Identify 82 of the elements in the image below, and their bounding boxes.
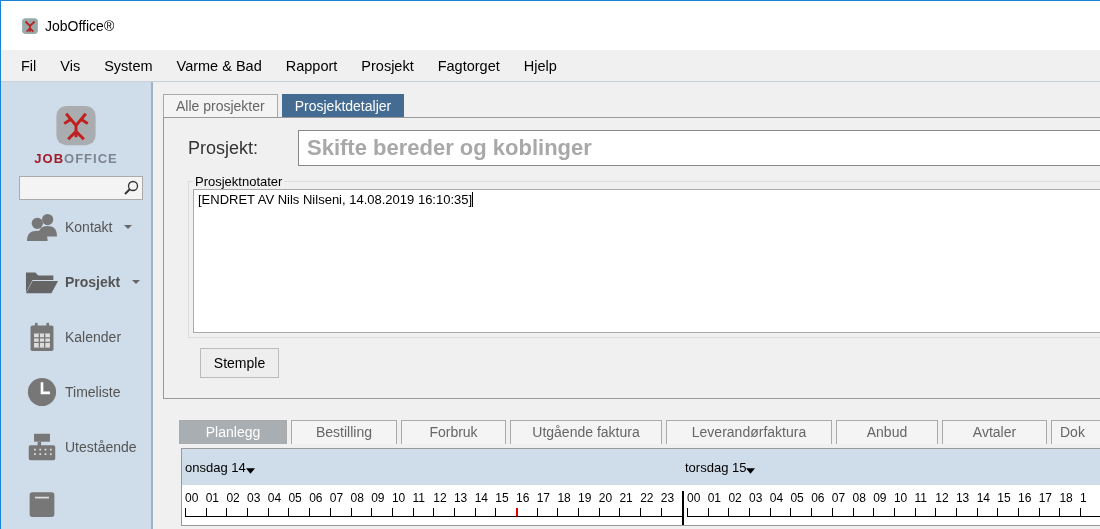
hour-label: 15 [495,491,510,505]
hour-label: 02 [226,491,241,505]
app-logo-icon [21,16,39,35]
day-dropdown[interactable]: torsdag 15 [685,460,756,475]
sidebar-item[interactable]: Kalender [1,309,151,365]
hour-label: 07 [831,491,847,505]
menu-item[interactable]: Varme & Bad [164,57,274,74]
hour-label: 02 [728,491,743,505]
sidebar-item[interactable]: Timeliste [1,364,151,420]
menu-item[interactable]: Vis [48,57,93,74]
hour-label: 16 [1018,491,1033,505]
tab[interactable]: Forbruk [401,420,506,444]
sidebar-item[interactable]: Utestående [1,419,151,475]
clock-icon [25,376,59,407]
menu-item[interactable]: Hjelp [511,57,569,74]
hour-label: 04 [769,491,785,505]
search-icon[interactable] [123,179,139,196]
hour-label: 13 [955,491,971,505]
tab[interactable]: Prosjektdetaljer [281,94,405,118]
hour-label: 22 [640,491,655,505]
stamp-button[interactable]: Stemple [200,348,279,378]
hour-label: 00 [185,491,200,505]
hour-label: 17 [1038,491,1054,505]
hour-label: 13 [453,491,469,505]
sidebar-item[interactable]: Kontakt [1,199,151,255]
people-icon [25,212,59,243]
hour-label: 16 [516,491,531,505]
hour-label: 08 [350,491,365,505]
logo-icon [54,104,98,148]
hour-label: 17 [536,491,552,505]
tab[interactable]: Anbud [836,420,938,444]
hour-label: 18 [557,491,572,505]
tab[interactable]: Avtaler [942,420,1047,444]
hour-label: 19 [578,491,593,505]
hour-label: 08 [852,491,867,505]
tab[interactable]: Bestilling [291,420,397,444]
hour-label: 05 [288,491,303,505]
hour-label: 11 [412,491,427,505]
menu-item[interactable]: Fagtorget [425,57,512,74]
hour-label: 23 [660,491,676,505]
logo-text: JOBOFFICE [34,151,118,167]
hour-label: 01 [205,491,221,505]
hour-label: 09 [873,491,888,505]
menu-item[interactable]: Fil [9,57,49,74]
search-field[interactable] [19,176,143,200]
project-label: Prosjekt: [188,137,260,159]
menu-item[interactable]: System [92,57,165,74]
hour-label: 00 [687,491,702,505]
hour-label: 14 [976,491,991,505]
hour-label: 15 [997,491,1012,505]
caret-icon[interactable] [746,468,756,474]
tab[interactable]: Alle prosjekter [163,94,278,118]
hour-label: 12 [935,491,950,505]
caret-icon[interactable] [245,468,255,474]
hour-label: 20 [598,491,614,505]
hour-label: 21 [619,491,634,505]
tab[interactable]: Dok [1051,420,1100,444]
hour-label: 10 [893,491,909,505]
notes-legend: Prosjektnotater [193,174,285,189]
hour-label: 07 [329,491,345,505]
hour-label: 01 [707,491,723,505]
hour-label: 1 [1080,491,1088,505]
day-dropdown[interactable]: onsdag 14 [185,460,255,475]
tab[interactable]: Utgående faktura [510,420,662,444]
hour-label: 03 [247,491,262,505]
hour-label: 05 [790,491,805,505]
hour-label: 11 [914,491,929,505]
hour-label: 04 [267,491,283,505]
hour-label: 10 [391,491,407,505]
hour-label: 12 [433,491,448,505]
hour-label: 18 [1059,491,1074,505]
sidebar-item[interactable]: Prosjekt [1,254,151,310]
tab[interactable]: Leverandørfaktura [666,420,832,444]
hour-label: 14 [474,491,489,505]
hour-label: 09 [371,491,386,505]
menu-item[interactable]: Prosjekt [349,57,426,74]
hour-label: 06 [811,491,826,505]
window-title: JobOffice® [45,17,115,34]
notes-field[interactable]: [ENDRET AV Nils Nilseni, 14.08.2019 16:10:35] [193,189,1100,333]
hour-label: 06 [309,491,324,505]
hour-label: 03 [749,491,764,505]
menu-item[interactable]: Rapport [273,57,350,74]
